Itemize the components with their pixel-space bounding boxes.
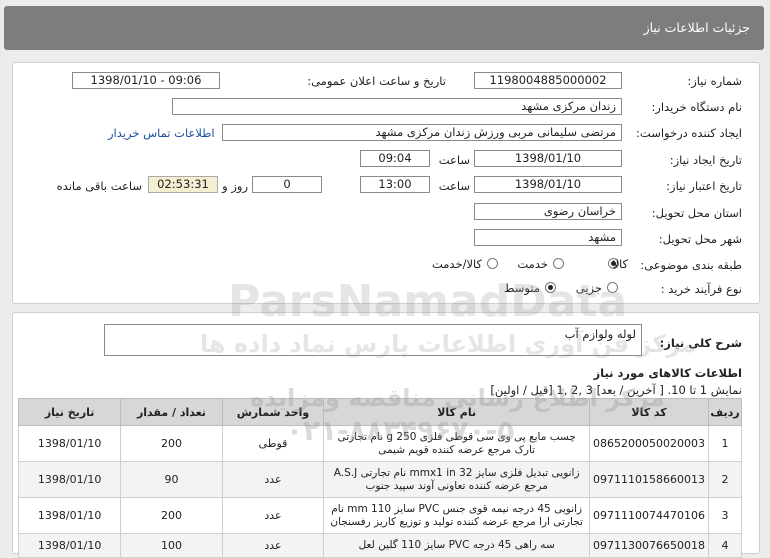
- category-service-radio[interactable]: [553, 258, 564, 269]
- validity-time-label: ساعت: [438, 179, 470, 193]
- category-goods-label: کالا: [612, 257, 628, 271]
- process-medium-label: متوسط: [503, 281, 540, 295]
- city-label: شهر محل تحویل:: [658, 232, 742, 246]
- days-field[interactable]: 0: [252, 176, 322, 193]
- validity-date-field[interactable]: 1398/01/10: [474, 176, 622, 193]
- pagination[interactable]: نمایش 1 تا 10. [ آخرین / بعد] 3 ,2 ,1 [ق…: [490, 383, 742, 397]
- cell-name: زانویی تبدیل فلزی سایز mmx1 in 32 نام تج…: [323, 461, 591, 498]
- city-field[interactable]: مشهد: [474, 229, 622, 246]
- col-date: تاریخ نیاز: [17, 398, 122, 426]
- category-service-label: خدمت: [517, 257, 548, 271]
- cell-date: 1398/01/10: [17, 497, 122, 534]
- table-header-row: ردیف کد کالا نام کالا واحد شمارش تعداد /…: [17, 398, 742, 426]
- requester-field[interactable]: مرتضی سلیمانی مربی ورزش زندان مرکزی مشهد: [222, 124, 622, 141]
- cell-qty: 200: [120, 425, 223, 462]
- cell-qty: 100: [120, 533, 223, 558]
- cell-unit: قوطی: [221, 425, 325, 462]
- create-date-field[interactable]: 1398/01/10: [474, 150, 622, 167]
- process-label: نوع فرآیند خرید :: [660, 282, 742, 296]
- summary-label: شرح کلی نیاز:: [659, 336, 742, 350]
- cell-name: چسب مایع پی وی سی قوطی فلزی 250 g نام تج…: [323, 425, 591, 462]
- cell-code: 0971130076650018: [589, 533, 710, 558]
- category-both-label: کالا/خدمت: [431, 257, 482, 271]
- need-number-field[interactable]: 1198004885000002: [474, 72, 622, 89]
- contact-buyer-link[interactable]: اطلاعات تماس خریدار: [108, 126, 215, 140]
- need-number-label: شماره نیاز:: [687, 74, 742, 88]
- table-row[interactable]: 3 0971110074470106 زانویی 45 درجه نیمه ق…: [17, 497, 742, 534]
- requester-label: ایجاد کننده درخواست:: [636, 126, 742, 140]
- cell-name: زانویی 45 درجه نیمه قوی جنس PVC سایز mm …: [323, 497, 591, 534]
- cell-date: 1398/01/10: [17, 425, 122, 462]
- create-date-label: تاریخ ایجاد نیاز:: [669, 153, 742, 167]
- remaining-label: ساعت باقی مانده: [56, 179, 142, 193]
- table-row[interactable]: 2 0971110158660013 زانویی تبدیل فلزی سای…: [17, 461, 742, 498]
- process-medium-radio[interactable]: [545, 282, 556, 293]
- province-field[interactable]: خراسان رضوی: [474, 203, 622, 220]
- cell-row: 3: [708, 497, 742, 534]
- cell-unit: عدد: [221, 461, 325, 498]
- table-row[interactable]: 1 0865200050020003 چسب مایع پی وی سی قوط…: [17, 425, 742, 462]
- remaining-time-field: 02:53:31: [148, 176, 218, 193]
- category-both-radio[interactable]: [487, 258, 498, 269]
- buyer-label: نام دستگاه خریدار:: [651, 100, 742, 114]
- col-name: نام کالا: [323, 398, 591, 426]
- cell-date: 1398/01/10: [17, 533, 122, 558]
- announce-label: تاریخ و ساعت اعلان عمومی:: [307, 74, 446, 88]
- cell-code: 0971110158660013: [589, 461, 710, 498]
- window-title: جزئیات اطلاعات نیاز: [643, 20, 750, 35]
- days-label: روز و: [222, 179, 248, 193]
- validity-label: تاریخ اعتبار نیاز:: [666, 179, 742, 193]
- buyer-field[interactable]: زندان مرکزی مشهد: [172, 98, 622, 115]
- cell-row: 2: [708, 461, 742, 498]
- items-heading: اطلاعات کالاهای مورد نیاز: [593, 366, 742, 380]
- col-qty: تعداد / مقدار: [120, 398, 223, 426]
- cell-code: 0865200050020003: [589, 425, 710, 462]
- cell-name: سه راهی 45 درجه PVC سایز 110 گلین لعل: [323, 533, 591, 558]
- summary-field[interactable]: لوله ولوازم آب: [104, 324, 642, 356]
- col-row: ردیف: [708, 398, 742, 426]
- cell-row: 4: [708, 533, 742, 558]
- title-bar: جزئیات اطلاعات نیاز: [4, 6, 764, 50]
- category-label: طبقه بندی موضوعی:: [640, 258, 742, 272]
- create-time-label: ساعت: [438, 153, 470, 167]
- cell-qty: 200: [120, 497, 223, 534]
- items-table: ردیف کد کالا نام کالا واحد شمارش تعداد /…: [17, 398, 742, 558]
- process-minor-label: جزیی: [575, 281, 602, 295]
- cell-row: 1: [708, 425, 742, 462]
- create-time-field[interactable]: 09:04: [360, 150, 430, 167]
- cell-code: 0971110074470106: [589, 497, 710, 534]
- announce-field[interactable]: 1398/01/10 - 09:06: [72, 72, 220, 89]
- col-code: کد کالا: [589, 398, 710, 426]
- process-minor-radio[interactable]: [607, 282, 618, 293]
- cell-unit: عدد: [221, 497, 325, 534]
- province-label: استان محل تحویل:: [651, 206, 742, 220]
- cell-date: 1398/01/10: [17, 461, 122, 498]
- cell-qty: 90: [120, 461, 223, 498]
- table-row[interactable]: 4 0971130076650018 سه راهی 45 درجه PVC س…: [17, 533, 742, 558]
- col-unit: واحد شمارش: [221, 398, 325, 426]
- validity-time-field[interactable]: 13:00: [360, 176, 430, 193]
- cell-unit: عدد: [221, 533, 325, 558]
